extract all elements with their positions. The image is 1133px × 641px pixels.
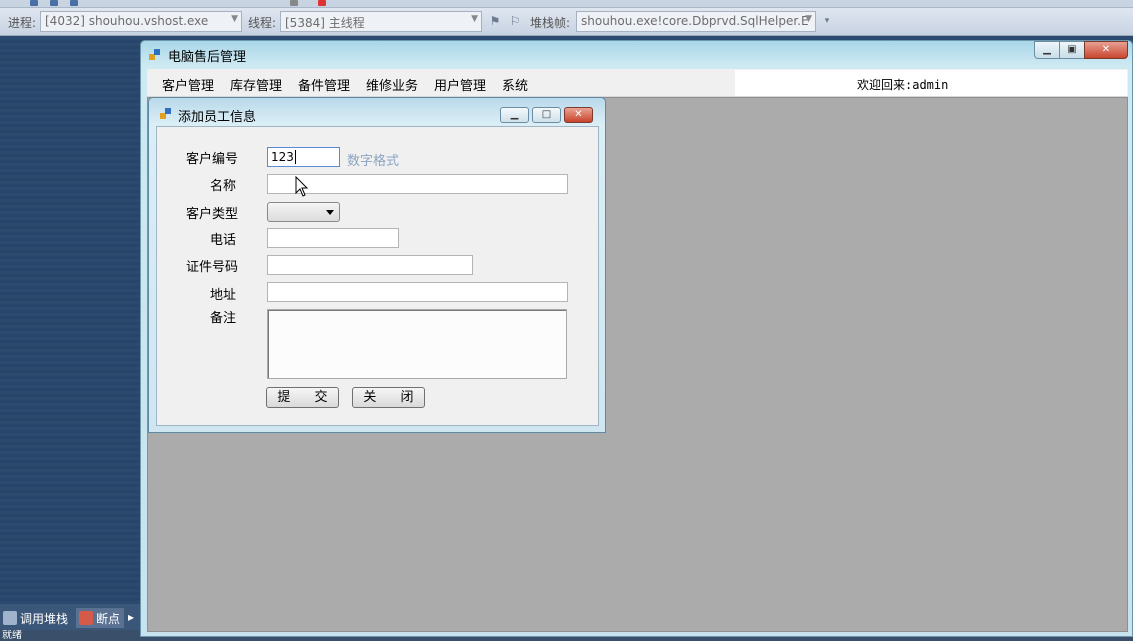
window-controls: ▁ ▣ ✕	[1034, 41, 1128, 60]
menu-system[interactable]: 系统	[502, 75, 528, 94]
menu-parts[interactable]: 备件管理	[298, 75, 350, 94]
chevron-down-icon: ▼	[471, 14, 478, 24]
menu-users[interactable]: 用户管理	[434, 75, 486, 94]
stackframe-combo[interactable]: shouhou.exe!core.Dbprvd.SqlHelper.E ▼	[576, 11, 816, 32]
remark-label: 备注	[210, 311, 237, 326]
close-button[interactable]: ✕	[1084, 41, 1128, 59]
thread-value: [5384] 主线程	[285, 16, 365, 30]
process-combo[interactable]: [4032] shouhou.vshost.exe ▼	[40, 11, 242, 32]
dialog-minimize-button[interactable]: ▁	[500, 107, 529, 123]
menu-repair[interactable]: 维修业务	[366, 75, 418, 94]
submit-button[interactable]: 提 交	[266, 387, 339, 408]
dialog-title: 添加员工信息	[178, 110, 257, 125]
address-input[interactable]	[267, 282, 568, 302]
thread-combo[interactable]: [5384] 主线程 ▼	[280, 11, 482, 32]
toolbar-icon[interactable]	[30, 0, 38, 6]
dialog-window-controls: ▁ □ ✕	[500, 107, 596, 123]
app-icon	[160, 108, 171, 119]
flag-icon[interactable]: ⚑	[488, 14, 502, 28]
id-number-input[interactable]	[267, 255, 473, 275]
name-label: 名称	[210, 179, 237, 194]
maximize-button[interactable]: ▣	[1059, 41, 1085, 59]
tab-label: 断点	[96, 612, 121, 626]
bottom-tool-tabs: 调用堆栈 断点 ▸	[0, 604, 140, 630]
call-stack-icon	[3, 611, 17, 625]
thread-label: 线程:	[248, 16, 277, 30]
toolbar-icon[interactable]	[50, 0, 58, 6]
vs-left-panel	[0, 37, 140, 604]
customer-id-hint: 数字格式	[347, 154, 400, 169]
app-icon	[149, 49, 160, 60]
toolbar-icon[interactable]	[70, 0, 78, 6]
close-dialog-button[interactable]: 关 闭	[352, 387, 425, 408]
breakpoint-icon	[79, 611, 93, 625]
chevron-down-icon	[326, 210, 334, 215]
dialog-maximize-button[interactable]: □	[532, 107, 561, 123]
phone-label: 电话	[210, 233, 237, 248]
toolbar-icon[interactable]	[290, 0, 298, 6]
process-value: [4032] shouhou.vshost.exe	[45, 14, 209, 28]
main-window-title: 电脑售后管理	[168, 50, 247, 65]
menu-inventory[interactable]: 库存管理	[230, 75, 282, 94]
toolbar-icon[interactable]	[318, 0, 326, 6]
add-employee-dialog: 添加员工信息 ▁ □ ✕ 客户编号 123 数字格式 名称 客户类型 电话 证件…	[148, 97, 606, 433]
welcome-area: 欢迎回来:admin	[735, 70, 1127, 96]
flag-thread-icon[interactable]: ⚐	[508, 14, 522, 28]
chevron-down-icon: ▼	[231, 14, 238, 24]
customer-id-value: 123	[271, 150, 294, 164]
stackframe-value: shouhou.exe!core.Dbprvd.SqlHelper.E	[581, 14, 809, 28]
mouse-cursor-icon	[295, 176, 309, 197]
status-text: 就绪	[2, 630, 22, 641]
tab-label: 调用堆栈	[20, 612, 69, 626]
stackframe-label: 堆栈帧:	[530, 16, 571, 30]
customer-id-input[interactable]: 123	[267, 147, 340, 167]
customer-type-select[interactable]	[267, 202, 340, 222]
dialog-close-button[interactable]: ✕	[564, 107, 593, 123]
name-input[interactable]	[267, 174, 568, 194]
phone-input[interactable]	[267, 228, 399, 248]
toolbar-overflow-icon[interactable]: ▾	[820, 14, 834, 28]
chevron-down-icon: ▼	[805, 14, 812, 24]
welcome-text: 欢迎回来:admin	[857, 78, 949, 92]
dialog-body: 客户编号 123 数字格式 名称 客户类型 电话 证件号码 地址 备注 提 交 …	[156, 126, 599, 426]
menu-customer[interactable]: 客户管理	[162, 75, 214, 94]
vs-top-toolbar-strip	[0, 0, 1133, 8]
debug-location-toolbar: 进程: [4032] shouhou.vshost.exe ▼ 线程: [538…	[0, 8, 1133, 36]
customer-type-label: 客户类型	[186, 207, 239, 222]
customer-id-label: 客户编号	[186, 152, 239, 167]
menu-bar: 客户管理 库存管理 备件管理 维修业务 用户管理 系统 欢迎回来:admin	[147, 69, 1128, 97]
tab-call-stack[interactable]: 调用堆栈	[0, 608, 72, 628]
remark-textarea[interactable]	[267, 309, 567, 379]
minimize-button[interactable]: ▁	[1034, 41, 1060, 59]
id-number-label: 证件号码	[186, 260, 239, 275]
address-label: 地址	[210, 288, 237, 303]
more-tabs-button[interactable]: ▸	[126, 608, 136, 628]
process-label: 进程:	[8, 16, 37, 30]
tab-breakpoints[interactable]: 断点	[76, 608, 125, 628]
